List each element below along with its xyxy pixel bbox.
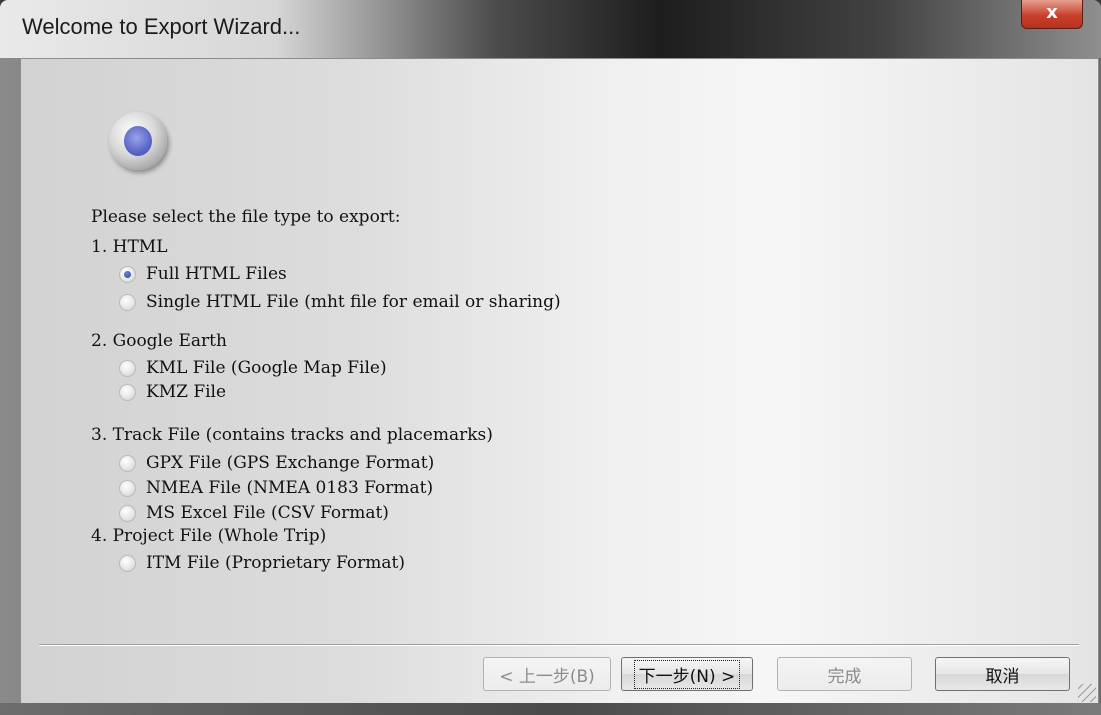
option-label: Single HTML File (mht file for email or …: [146, 292, 561, 312]
radio-csv[interactable]: [119, 504, 136, 522]
option-nmea[interactable]: NMEA File (NMEA 0183 Format): [119, 475, 433, 501]
finish-button-label: 完成: [827, 666, 862, 687]
option-kml[interactable]: KML File (Google Map File): [119, 355, 387, 381]
cancel-button[interactable]: 取消: [935, 657, 1070, 691]
window-title: Welcome to Export Wizard...: [22, 14, 301, 39]
option-label: GPX File (GPS Exchange Format): [146, 453, 435, 473]
resize-grip-icon[interactable]: [1078, 684, 1096, 702]
logo-shield-icon: [124, 126, 152, 156]
option-label: Full HTML Files: [146, 264, 287, 284]
option-itm[interactable]: ITM File (Proprietary Format): [119, 550, 405, 576]
title-bar[interactable]: Welcome to Export Wizard... x: [0, 0, 1101, 58]
option-gpx[interactable]: GPX File (GPS Exchange Format): [119, 450, 434, 476]
radio-itm[interactable]: [119, 554, 136, 572]
close-icon: x: [1046, 2, 1058, 23]
option-label: NMEA File (NMEA 0183 Format): [146, 478, 434, 498]
export-wizard-window: Welcome to Export Wizard... x Please sel…: [0, 0, 1101, 715]
back-button[interactable]: < 上一步(B): [483, 657, 611, 691]
option-label: KML File (Google Map File): [146, 358, 387, 378]
radio-kmz[interactable]: [119, 383, 136, 401]
option-single-html[interactable]: Single HTML File (mht file for email or …: [119, 289, 561, 315]
option-label: ITM File (Proprietary Format): [146, 553, 405, 573]
option-csv[interactable]: MS Excel File (CSV Format): [119, 500, 389, 526]
radio-nmea[interactable]: [119, 479, 136, 497]
group-title-project-file: 4. Project File (Whole Trip): [91, 526, 327, 546]
radio-kml[interactable]: [119, 359, 136, 377]
radio-full-html[interactable]: [119, 265, 136, 283]
finish-button[interactable]: 完成: [777, 657, 912, 691]
separator: [39, 644, 1079, 646]
group-title-track-file: 3. Track File (contains tracks and place…: [91, 425, 493, 445]
radio-single-html[interactable]: [119, 293, 136, 311]
radio-gpx[interactable]: [119, 454, 136, 472]
wizard-panel: Please select the file type to export: 1…: [20, 58, 1099, 705]
prompt-label: Please select the file type to export:: [91, 207, 401, 227]
option-full-html[interactable]: Full HTML Files: [119, 261, 287, 287]
next-button-label: 下一步(N) >: [633, 659, 741, 689]
app-logo-icon: [109, 112, 167, 170]
group-title-google-earth: 2. Google Earth: [91, 331, 227, 351]
option-label: KMZ File: [146, 382, 227, 402]
cancel-button-label: 取消: [985, 666, 1020, 687]
group-title-html: 1. HTML: [91, 237, 168, 257]
window-bottom-border: [0, 703, 1101, 715]
back-button-label: < 上一步(B): [499, 666, 595, 687]
option-kmz[interactable]: KMZ File: [119, 379, 226, 405]
option-label: MS Excel File (CSV Format): [146, 503, 389, 523]
close-button[interactable]: x: [1021, 0, 1083, 29]
next-button[interactable]: 下一步(N) >: [621, 657, 753, 691]
